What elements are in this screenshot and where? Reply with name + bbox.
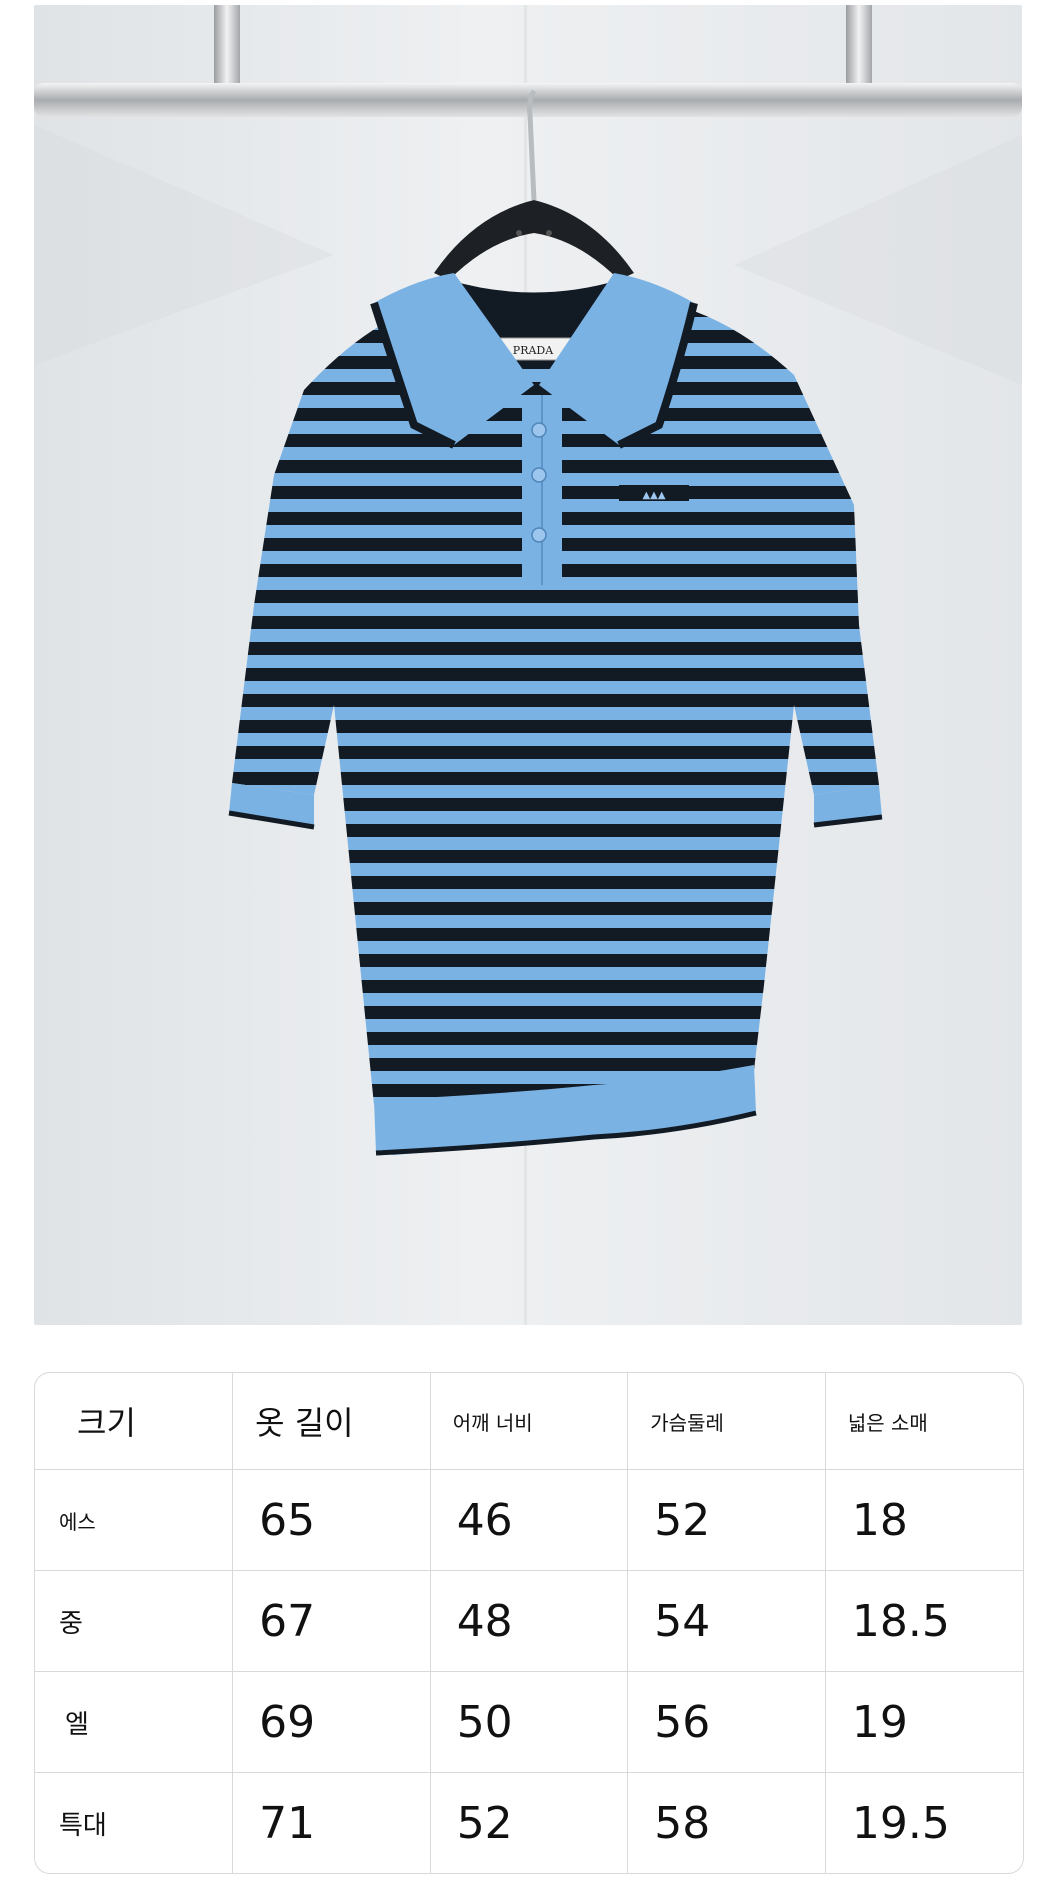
- size-label: 중: [35, 1570, 234, 1672]
- chest-value: 52: [627, 1469, 826, 1571]
- neck-label-text: PRADA: [513, 344, 554, 357]
- table-row: 엘 69 50 56 19: [35, 1671, 1023, 1773]
- length-value: 69: [232, 1671, 431, 1773]
- shoulder-value: 48: [429, 1570, 629, 1672]
- chest-value: 58: [627, 1772, 826, 1873]
- length-value: 67: [232, 1570, 431, 1672]
- length-value: 65: [232, 1469, 431, 1571]
- sleeve-value: 19: [824, 1671, 1023, 1773]
- size-label: 에스: [35, 1469, 234, 1571]
- shoulder-value: 46: [429, 1469, 629, 1571]
- sleeve-value: 18: [824, 1469, 1023, 1571]
- header-shoulder: 어깨 너비: [429, 1373, 629, 1470]
- table-row: 중 67 48 54 18.5: [35, 1570, 1023, 1672]
- size-label: 엘: [35, 1671, 234, 1773]
- shoulder-value: 52: [429, 1772, 629, 1873]
- svg-text:▲▲▲: ▲▲▲: [642, 490, 665, 501]
- product-photo: PRADA ▲▲▲: [34, 5, 1022, 1325]
- header-chest: 가슴둘레: [627, 1373, 826, 1470]
- header-length: 옷 길이: [232, 1373, 431, 1470]
- table-header-row: 크기 옷 길이 어깨 너비 가슴둘레 넓은 소매: [35, 1373, 1023, 1470]
- table-row: 에스 65 46 52 18: [35, 1469, 1023, 1571]
- header-size: 크기: [35, 1373, 234, 1470]
- length-value: 71: [232, 1772, 431, 1873]
- sleeve-value: 19.5: [824, 1772, 1023, 1873]
- shoulder-value: 50: [429, 1671, 629, 1773]
- size-label: 특대: [35, 1772, 234, 1873]
- chest-value: 56: [627, 1671, 826, 1773]
- sleeve-value: 18.5: [824, 1570, 1023, 1672]
- chest-value: 54: [627, 1570, 826, 1672]
- size-chart-table: 크기 옷 길이 어깨 너비 가슴둘레 넓은 소매 에스 65 46 52 18 …: [34, 1372, 1024, 1874]
- table-row: 특대 71 52 58 19.5: [35, 1772, 1023, 1873]
- header-sleeve: 넓은 소매: [824, 1373, 1023, 1470]
